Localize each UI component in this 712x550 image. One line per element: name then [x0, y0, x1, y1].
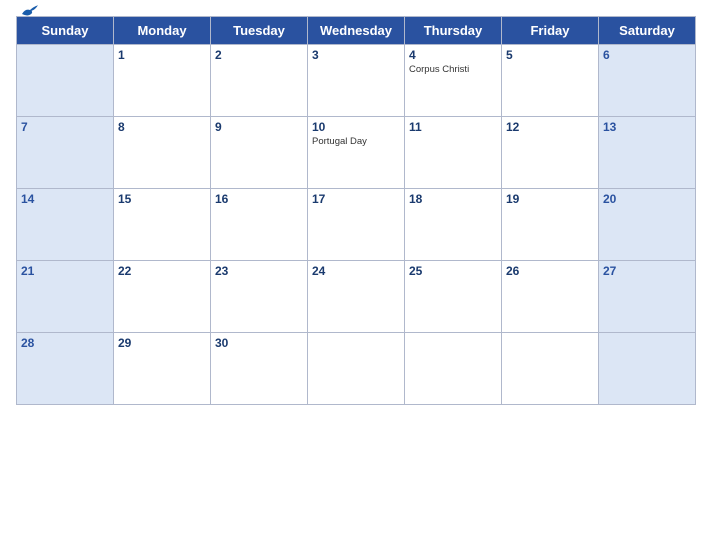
day-number: 29 — [118, 336, 206, 350]
day-number: 12 — [506, 120, 594, 134]
calendar-day-cell — [308, 333, 405, 405]
day-number: 28 — [21, 336, 109, 350]
weekday-header-thursday: Thursday — [405, 17, 502, 45]
calendar-day-cell: 7 — [17, 117, 114, 189]
day-number: 13 — [603, 120, 691, 134]
day-number: 5 — [506, 48, 594, 62]
day-number: 16 — [215, 192, 303, 206]
calendar-day-cell: 15 — [114, 189, 211, 261]
calendar-day-cell: 27 — [599, 261, 696, 333]
calendar-week-row: 789 10 Portugal Day 11 12 13 — [17, 117, 696, 189]
calendar-day-cell: 1 — [114, 45, 211, 117]
calendar-day-cell: 16 — [211, 189, 308, 261]
calendar-day-cell — [405, 333, 502, 405]
calendar-day-cell: 8 — [114, 117, 211, 189]
calendar-day-cell: 11 — [405, 117, 502, 189]
day-number: 1 — [118, 48, 206, 62]
day-number: 10 — [312, 120, 400, 134]
day-number: 6 — [603, 48, 691, 62]
day-number: 20 — [603, 192, 691, 206]
weekday-header-wednesday: Wednesday — [308, 17, 405, 45]
day-number: 22 — [118, 264, 206, 278]
calendar-day-cell: 23 — [211, 261, 308, 333]
calendar-day-cell: 30 — [211, 333, 308, 405]
day-number: 17 — [312, 192, 400, 206]
calendar-day-cell — [599, 333, 696, 405]
logo-bird-icon — [18, 2, 42, 18]
calendar-day-cell: 19 — [502, 189, 599, 261]
day-number: 23 — [215, 264, 303, 278]
day-number: 18 — [409, 192, 497, 206]
calendar-day-cell: 24 — [308, 261, 405, 333]
day-number: 3 — [312, 48, 400, 62]
calendar-table: SundayMondayTuesdayWednesdayThursdayFrid… — [16, 16, 696, 405]
calendar-day-cell: 21 — [17, 261, 114, 333]
calendar-day-cell: 6 — [599, 45, 696, 117]
logo — [16, 2, 42, 18]
calendar-day-cell: 10 Portugal Day — [308, 117, 405, 189]
calendar-day-cell: 29 — [114, 333, 211, 405]
calendar-week-row: 14 15 16 17 18 19 20 — [17, 189, 696, 261]
holiday-name: Portugal Day — [312, 136, 400, 147]
day-number: 19 — [506, 192, 594, 206]
holiday-name: Corpus Christi — [409, 64, 497, 75]
weekday-header-saturday: Saturday — [599, 17, 696, 45]
calendar-day-cell: 3 — [308, 45, 405, 117]
day-number: 7 — [21, 120, 109, 134]
weekday-header-friday: Friday — [502, 17, 599, 45]
day-number: 4 — [409, 48, 497, 62]
day-number: 8 — [118, 120, 206, 134]
calendar-day-cell: 5 — [502, 45, 599, 117]
day-number: 24 — [312, 264, 400, 278]
calendar-week-row: 21 22 23 24 25 26 27 — [17, 261, 696, 333]
day-number: 15 — [118, 192, 206, 206]
calendar-day-cell: 17 — [308, 189, 405, 261]
calendar-day-cell: 13 — [599, 117, 696, 189]
calendar-day-cell: 2 — [211, 45, 308, 117]
calendar-day-cell: 9 — [211, 117, 308, 189]
weekday-header-row: SundayMondayTuesdayWednesdayThursdayFrid… — [17, 17, 696, 45]
weekday-header-sunday: Sunday — [17, 17, 114, 45]
day-number: 11 — [409, 120, 497, 134]
day-number: 27 — [603, 264, 691, 278]
weekday-header-monday: Monday — [114, 17, 211, 45]
day-number: 21 — [21, 264, 109, 278]
calendar-day-cell — [17, 45, 114, 117]
calendar-week-row: 28 29 30 — [17, 333, 696, 405]
calendar-day-cell — [502, 333, 599, 405]
calendar-day-cell: 12 — [502, 117, 599, 189]
calendar-day-cell: 18 — [405, 189, 502, 261]
day-number: 25 — [409, 264, 497, 278]
calendar-day-cell: 22 — [114, 261, 211, 333]
weekday-header-tuesday: Tuesday — [211, 17, 308, 45]
calendar-day-cell: 28 — [17, 333, 114, 405]
day-number: 2 — [215, 48, 303, 62]
day-number: 26 — [506, 264, 594, 278]
calendar-day-cell: 26 — [502, 261, 599, 333]
calendar-week-row: 1234 Corpus Christi 56 — [17, 45, 696, 117]
calendar-day-cell: 4 Corpus Christi — [405, 45, 502, 117]
day-number: 9 — [215, 120, 303, 134]
calendar-day-cell: 14 — [17, 189, 114, 261]
calendar-day-cell: 20 — [599, 189, 696, 261]
calendar-day-cell: 25 — [405, 261, 502, 333]
day-number: 14 — [21, 192, 109, 206]
day-number: 30 — [215, 336, 303, 350]
